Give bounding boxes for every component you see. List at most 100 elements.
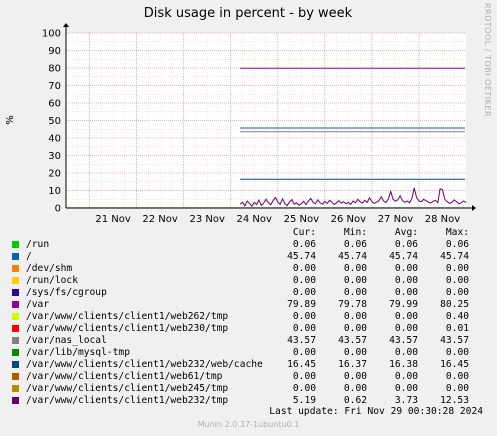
legend-value-max: 0.00 (445, 371, 469, 382)
y-tick-label: 30 (48, 151, 61, 162)
legend-value-cur: 0.00 (292, 263, 316, 274)
x-tick-label: 28 Nov (425, 214, 461, 225)
legend-series-name: /sys/fs/cgroup (26, 287, 107, 298)
legend-series-name: /var/www/clients/client1/web245/tmp (26, 383, 229, 394)
x-axis-arrow (472, 205, 476, 211)
legend-row: /sys/fs/cgroup 0.00 0.00 0.00 0.00 (12, 287, 488, 299)
legend-row: /var/www/clients/client1/web230/tmp 0.00 0… (12, 323, 488, 335)
y-tick-label: 90 (48, 46, 61, 57)
legend-value-cur: 0.00 (292, 275, 316, 286)
legend-color-swatch (12, 397, 19, 404)
legend-value-avg: 0.00 (394, 383, 418, 394)
legend-value-cur: 0.06 (292, 239, 316, 250)
legend-value-max: 0.40 (445, 311, 469, 322)
legend-value-cur: 0.00 (292, 287, 316, 298)
legend-color-swatch (12, 313, 19, 320)
legend-value-avg: 0.00 (394, 371, 418, 382)
legend-series-name: /dev/shm (26, 263, 73, 274)
legend-color-swatch (12, 241, 19, 248)
y-tick-label: 50 (48, 116, 61, 127)
legend-series-name: /var/www/clients/client1/web232/web/cach… (26, 359, 263, 370)
legend-row: /run/lock 0.00 0.00 0.00 0.00 (12, 275, 488, 287)
legend-value-min: 0.06 (343, 239, 367, 250)
legend-color-swatch (12, 265, 19, 272)
legend-value-min: 0.00 (343, 275, 367, 286)
x-tick-label: 22 Nov (142, 214, 178, 225)
legend-series-name: /var/lib/mysql-tmp (26, 347, 130, 358)
legend-series-name: /var (26, 299, 50, 310)
legend-value-min: 0.00 (343, 311, 367, 322)
x-tick-label: 23 Nov (189, 214, 225, 225)
legend-row: /run 0.06 0.06 0.06 0.06 (12, 239, 488, 251)
legend-series-name: /var/www/clients/client1/web61/tmp (26, 371, 223, 382)
legend-series-name: /var/nas_local (26, 335, 107, 346)
legend-value-max: 0.00 (445, 275, 469, 286)
legend-color-swatch (12, 301, 19, 308)
y-tick-label: 20 (48, 169, 61, 180)
legend-color-swatch (12, 277, 19, 284)
legend-value-avg: 79.99 (389, 299, 418, 310)
legend-value-cur: 0.00 (292, 347, 316, 358)
y-tick-labels: 0 10 20 30 40 50 60 70 80 90 100 (42, 29, 61, 215)
legend-value-max: 45.74 (440, 251, 469, 262)
x-tick-label: 25 Nov (284, 214, 320, 225)
y-tick-label: 0 (55, 204, 61, 215)
legend-color-swatch (12, 289, 19, 296)
x-tick-label: 24 Nov (237, 214, 273, 225)
legend-value-cur: 0.00 (292, 311, 316, 322)
legend-series-name: /var/www/clients/client1/web230/tmp (26, 323, 229, 334)
y-tick-label: 10 (48, 186, 61, 197)
y-tick-label: 100 (42, 29, 61, 40)
legend-row: /var/www/clients/client1/web232/web/cach… (12, 359, 488, 371)
legend-value-cur: 0.00 (292, 383, 316, 394)
legend-value-cur: 79.89 (287, 299, 316, 310)
legend-value-max: 0.00 (445, 287, 469, 298)
legend-value-min: 79.78 (338, 299, 367, 310)
legend-value-avg: 43.57 (389, 335, 418, 346)
legend-value-avg: 0.00 (394, 287, 418, 298)
last-update: Last update: Fri Nov 29 00:30:28 2024 (269, 406, 483, 417)
legend-series-name: /run (26, 239, 50, 250)
legend-value-cur: 45.74 (287, 251, 316, 262)
legend-value-min: 45.74 (338, 251, 367, 262)
legend-value-avg: 0.06 (394, 239, 418, 250)
legend-value-min: 16.37 (338, 359, 367, 370)
legend-value-max: 0.00 (445, 347, 469, 358)
legend-value-max: 43.57 (440, 335, 469, 346)
x-tick-label: 21 Nov (95, 214, 131, 225)
y-tick-label: 60 (48, 99, 61, 110)
legend-row: /var/www/clients/client1/web245/tmp 0.00 0… (12, 383, 488, 395)
legend-row: /var 79.89 79.78 79.99 80.25 (12, 299, 488, 311)
legend-value-min: 0.00 (343, 323, 367, 334)
legend-header-cur: Cur: (292, 227, 316, 238)
legend-value-max: 80.25 (440, 299, 469, 310)
legend-row: /var/www/clients/client1/web61/tmp 0.00 0.… (12, 371, 488, 383)
rrdtool-credit: RRDTOOL / TOBI OETIKER (483, 3, 492, 117)
legend-color-swatch (12, 373, 19, 380)
legend-color-swatch (12, 253, 19, 260)
x-tick-label: 27 Nov (378, 214, 414, 225)
legend-value-max: 0.00 (445, 263, 469, 274)
legend-row: /dev/shm 0.00 0.00 0.00 0.00 (12, 263, 488, 275)
legend-value-avg: 0.00 (394, 263, 418, 274)
legend-value-avg: 0.00 (394, 347, 418, 358)
legend-row: /var/lib/mysql-tmp 0.00 0.00 0.00 0.00 (12, 347, 488, 359)
legend-value-cur: 0.00 (292, 323, 316, 334)
legend-value-avg: 16.38 (389, 359, 418, 370)
legend-value-avg: 0.00 (394, 323, 418, 334)
legend-color-swatch (12, 385, 19, 392)
legend-value-cur: 16.45 (287, 359, 316, 370)
legend-series-name: / (26, 251, 32, 262)
legend-row: /var/www/clients/client1/web262/tmp 0.00 0… (12, 311, 488, 323)
legend-value-avg: 0.00 (394, 311, 418, 322)
legend-series-name: /var/www/clients/client1/web232/tmp (26, 395, 229, 406)
x-tick-labels: 21 Nov 22 Nov 23 Nov 24 Nov 25 Nov 26 Nov 27 N… (95, 214, 460, 225)
legend-header-max: Max: (445, 227, 469, 238)
legend-color-swatch (12, 349, 19, 356)
y-tick-label: 80 (48, 64, 61, 75)
legend-series-name: /run/lock (26, 275, 78, 286)
legend-value-max: 16.45 (440, 359, 469, 370)
legend-value-min: 43.57 (338, 335, 367, 346)
legend: Cur: Min: Avg: Max: /run 0.06 0.06 0.06 0.06… (12, 227, 488, 407)
legend-series-name: /var/www/clients/client1/web262/tmp (26, 311, 229, 322)
